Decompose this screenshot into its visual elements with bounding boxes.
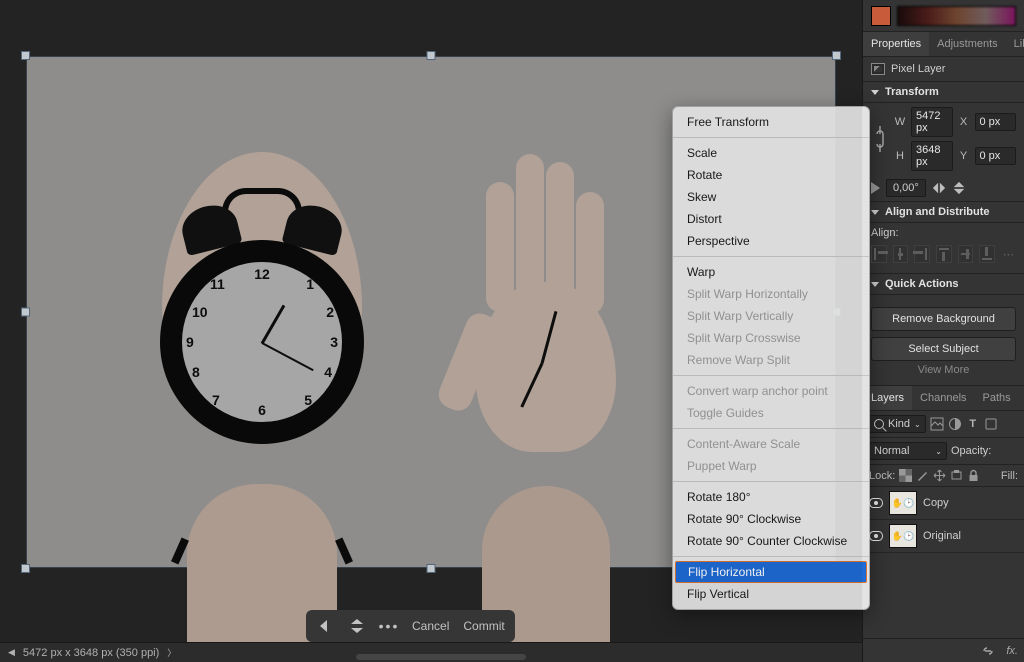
quick-actions-title: Quick Actions	[885, 278, 959, 290]
x-field[interactable]: 0 px	[975, 113, 1017, 131]
lock-artboard-icon[interactable]	[950, 469, 963, 482]
right-panel: Properties Adjustments Lib Pixel Layer T…	[862, 0, 1024, 662]
blend-mode-select[interactable]: Normal ⌄	[869, 442, 947, 460]
transform-grid: W 5472 px X 0 px H 3648 px Y 0 px	[863, 103, 1024, 175]
foreground-color-swatch[interactable]	[871, 6, 891, 26]
align-section: Align: ⋯	[863, 223, 1024, 274]
layer-type-label: Pixel Layer	[891, 63, 945, 75]
filter-kind-label: Kind	[888, 418, 910, 430]
angle-row: 0,00°	[863, 175, 1024, 202]
filter-pixel-icon[interactable]	[930, 417, 944, 431]
flip-horizontal-icon[interactable]	[932, 181, 946, 195]
height-field[interactable]: 3648 px	[911, 141, 953, 171]
lock-position-icon[interactable]	[933, 469, 946, 482]
pixel-layer-icon	[871, 63, 885, 75]
align-center-icon[interactable]	[893, 245, 909, 263]
tab-libraries[interactable]: Lib	[1006, 32, 1024, 56]
y-label: Y	[957, 150, 971, 162]
align-bottom-icon[interactable]	[979, 245, 995, 263]
align-left-icon[interactable]	[871, 245, 887, 263]
align-title: Align and Distribute	[885, 206, 990, 218]
quick-actions-header[interactable]: Quick Actions	[863, 274, 1024, 295]
disclosure-icon	[871, 210, 879, 215]
lock-transparency-icon[interactable]	[899, 469, 912, 482]
tab-properties[interactable]: Properties	[863, 32, 929, 56]
layers-tabs: Layers Channels Paths	[863, 386, 1024, 411]
quick-actions: Remove Background Select Subject View Mo…	[863, 295, 1024, 386]
disclosure-icon	[871, 90, 879, 95]
angle-icon	[871, 182, 880, 194]
tab-paths[interactable]: Paths	[975, 386, 1019, 410]
filter-kind-select[interactable]: Kind ⌄	[869, 415, 926, 433]
x-label: X	[957, 116, 971, 128]
layer-fx-icon[interactable]: fx.	[1006, 645, 1018, 657]
align-top-icon[interactable]	[936, 245, 952, 263]
transform-section-header[interactable]: Transform	[863, 82, 1024, 103]
layer-name[interactable]: Original	[923, 530, 961, 542]
fill-label: Fill:	[1001, 470, 1018, 482]
lock-pixels-icon[interactable]	[916, 469, 929, 482]
layer-thumbnail[interactable]: ✋🕑	[889, 491, 917, 515]
tab-adjustments[interactable]: Adjustments	[929, 32, 1006, 56]
select-subject-button[interactable]: Select Subject	[871, 337, 1016, 361]
canvas-area[interactable]: 12 1 2 3 4 5 6 7 8 9 10 11	[0, 0, 862, 662]
layer-type-row: Pixel Layer	[863, 57, 1024, 82]
view-more-link[interactable]: View More	[871, 361, 1016, 379]
disclosure-icon	[871, 282, 879, 287]
app-root: 12 1 2 3 4 5 6 7 8 9 10 11	[0, 0, 1024, 662]
align-label: Align:	[871, 227, 1016, 239]
layer-name[interactable]: Copy	[923, 497, 949, 509]
blend-row: Normal ⌄ Opacity:	[863, 438, 1024, 465]
align-right-icon[interactable]	[914, 245, 930, 263]
align-section-header[interactable]: Align and Distribute	[863, 202, 1024, 223]
color-picker-preview[interactable]	[897, 6, 1016, 26]
align-middle-icon[interactable]	[958, 245, 974, 263]
filter-adjustment-icon[interactable]	[948, 417, 962, 431]
color-row	[863, 0, 1024, 32]
blend-mode-label: Normal	[874, 445, 909, 457]
lock-label: Lock:	[869, 470, 895, 482]
lock-all-icon[interactable]	[967, 469, 980, 482]
properties-tabs: Properties Adjustments Lib	[863, 32, 1024, 57]
y-field[interactable]: 0 px	[975, 147, 1017, 165]
link-layers-icon[interactable]	[980, 645, 996, 657]
search-icon	[874, 419, 884, 429]
visibility-toggle-icon[interactable]	[869, 531, 883, 541]
align-more-icon[interactable]: ⋯	[1001, 245, 1016, 263]
transform-title: Transform	[885, 86, 939, 98]
flip-vertical-icon[interactable]	[952, 181, 966, 195]
tab-layers[interactable]: Layers	[863, 386, 912, 410]
visibility-toggle-icon[interactable]	[869, 498, 883, 508]
dim-overlay	[0, 0, 862, 662]
h-label: H	[893, 150, 907, 162]
width-field[interactable]: 5472 px	[911, 107, 953, 137]
layer-thumbnail[interactable]: ✋🕑	[889, 524, 917, 548]
layer-row[interactable]: ✋🕑 Original	[863, 520, 1024, 553]
link-wh-icon[interactable]	[871, 124, 889, 154]
layers-panel-footer: fx.	[863, 638, 1024, 662]
filter-shape-icon[interactable]	[984, 417, 998, 431]
layer-row[interactable]: ✋🕑 Copy	[863, 487, 1024, 520]
w-label: W	[893, 116, 907, 128]
filter-type-icon[interactable]: T	[966, 417, 980, 431]
angle-field[interactable]: 0,00°	[886, 179, 926, 197]
tab-channels[interactable]: Channels	[912, 386, 974, 410]
lock-row: Lock: Fill:	[863, 465, 1024, 487]
layers-panel: Layers Channels Paths Kind ⌄ T Normal ⌄	[863, 386, 1024, 662]
layer-filter-row: Kind ⌄ T	[863, 411, 1024, 438]
remove-background-button[interactable]: Remove Background	[871, 307, 1016, 331]
opacity-label: Opacity:	[951, 445, 991, 457]
